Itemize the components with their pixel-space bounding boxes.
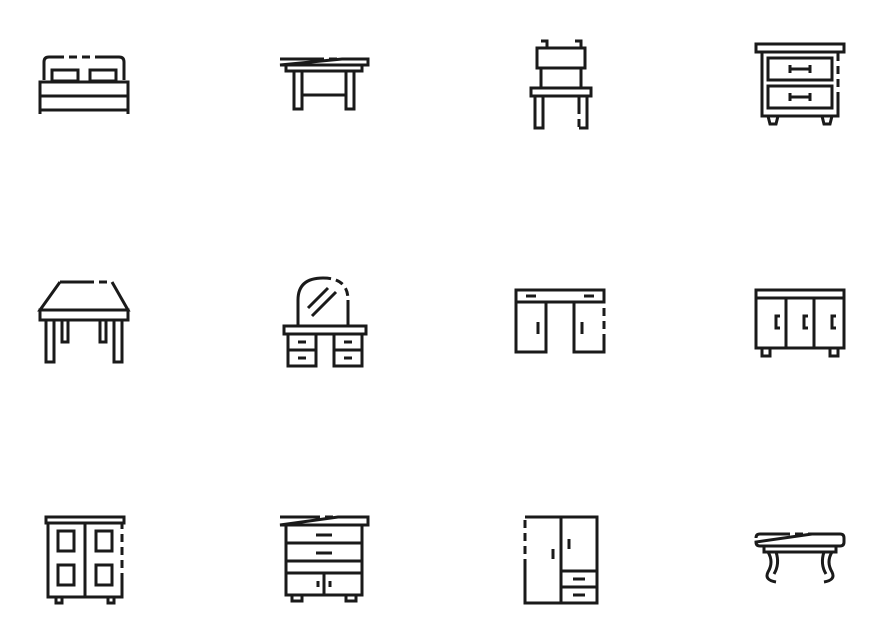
vanity-dresser-icon — [282, 276, 368, 368]
double-bed-icon — [38, 55, 130, 114]
sideboard-icon — [754, 288, 846, 358]
side-table-icon — [279, 57, 370, 111]
dining-table-icon — [37, 280, 131, 364]
coffee-table-icon — [754, 532, 846, 584]
nightstand-icon — [754, 42, 846, 126]
chest-of-drawers-icon — [279, 515, 370, 603]
chair-icon — [529, 39, 593, 130]
closet-icon — [523, 515, 599, 605]
desk-icon — [514, 288, 606, 354]
wardrobe-icon — [44, 515, 126, 605]
